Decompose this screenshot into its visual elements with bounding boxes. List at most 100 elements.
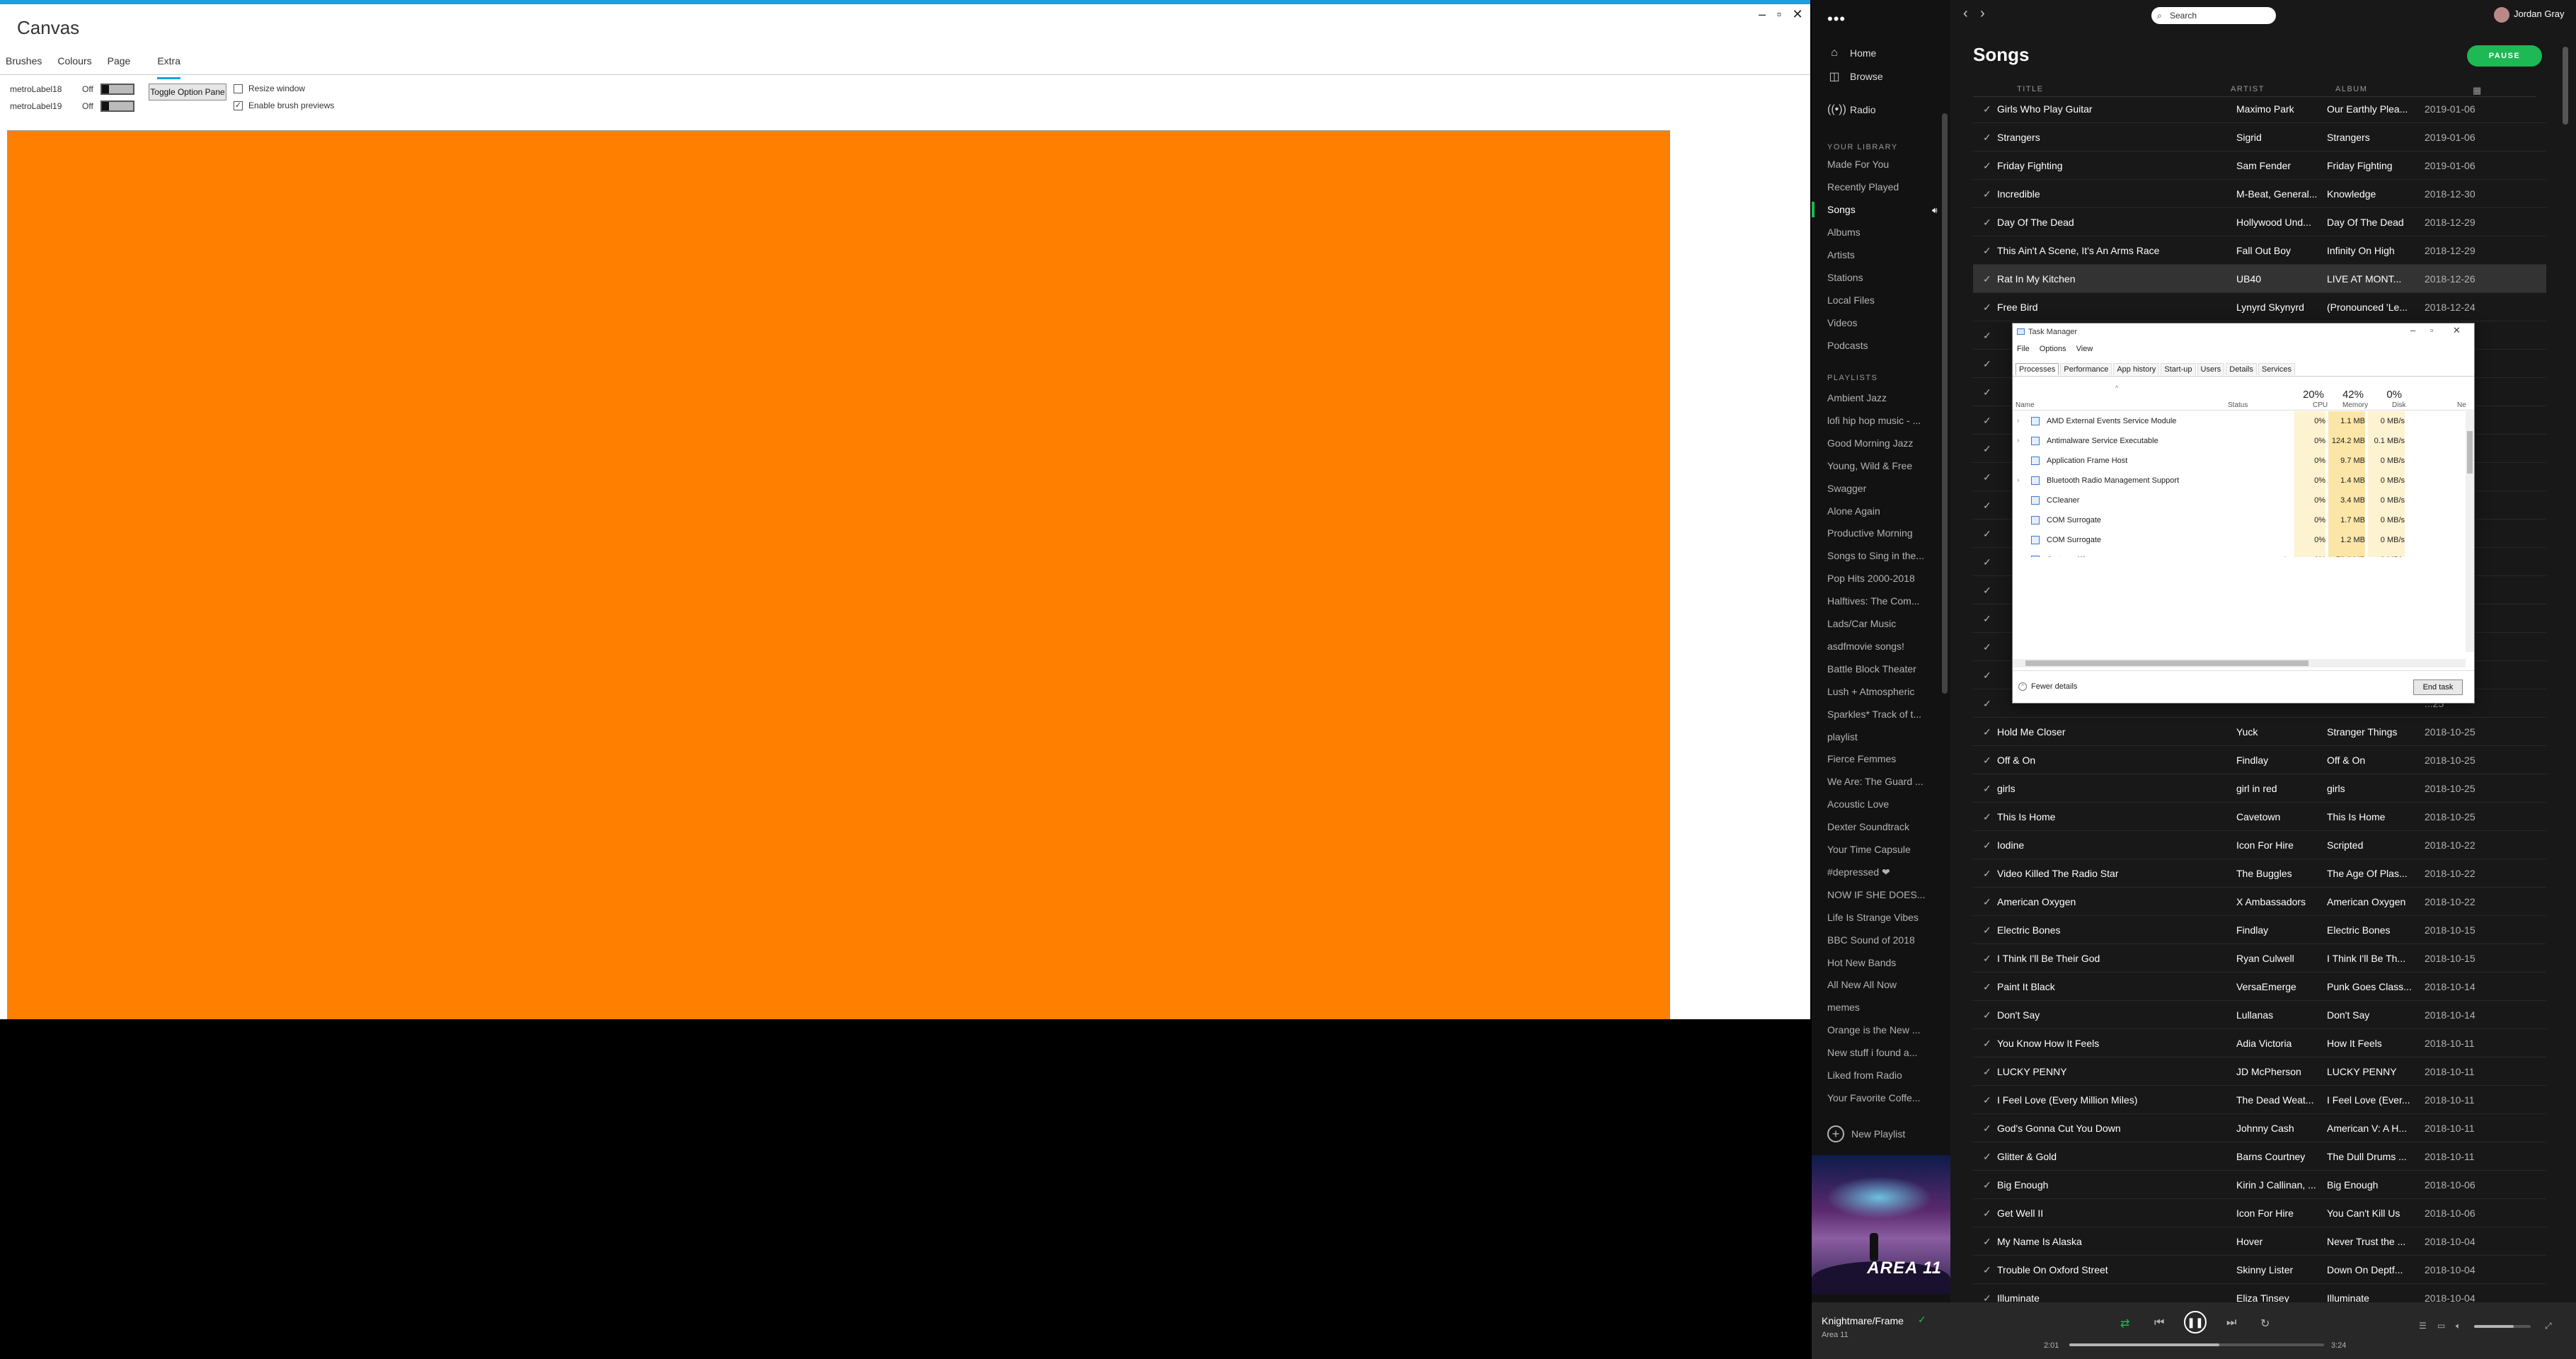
- table-row[interactable]: ✓ Day Of The Dead Hollywood Und... Day Of T…: [1973, 208, 2546, 236]
- saved-check-icon[interactable]: ✓: [1983, 443, 1991, 455]
- table-row[interactable]: ✓ This Is Home Cavetown This Is Home 2018-10…: [1973, 803, 2546, 831]
- tab-performance[interactable]: Performance: [2060, 363, 2112, 375]
- track-artist[interactable]: Cavetown: [2236, 811, 2321, 822]
- saved-check-icon[interactable]: ✓: [1983, 500, 1991, 512]
- table-row[interactable]: ✓ Big Enough Kirin J Callinan, ... Big Enou…: [1973, 1171, 2546, 1199]
- track-artist[interactable]: Icon For Hire: [2236, 1208, 2321, 1219]
- table-row[interactable]: ✓ Glitter & Gold Barns Courtney The Dull Dr…: [1973, 1142, 2546, 1171]
- column-status[interactable]: Status: [2228, 401, 2248, 409]
- table-row[interactable]: ✓ Electric Bones Findlay Electric Bones 2018…: [1973, 916, 2546, 944]
- process-row[interactable]: › Bluetooth Radio Management Support 0% 1.4…: [2013, 471, 2466, 491]
- saved-check-icon[interactable]: ✓: [1983, 103, 1991, 115]
- process-row[interactable]: › AMD External Events Service Module 0% 1.1…: [2013, 411, 2466, 431]
- track-album[interactable]: Our Earthly Plea...: [2327, 103, 2412, 115]
- track-title[interactable]: Hold Me Closer: [1997, 726, 2195, 738]
- track-album[interactable]: The Age Of Plas...: [2327, 868, 2412, 879]
- library-item[interactable]: Recently Played: [1827, 181, 1926, 193]
- table-row[interactable]: ✓ girls girl in red girls 2018-10-25: [1973, 774, 2546, 803]
- track-album[interactable]: Friday Fighting: [2327, 160, 2412, 171]
- table-row[interactable]: ✓ Girls Who Play Guitar Maximo Park Our Ear…: [1973, 95, 2546, 123]
- track-title[interactable]: Rat In My Kitchen: [1997, 273, 2195, 285]
- playlist-item[interactable]: Alone Again: [1827, 505, 1926, 517]
- saved-check-icon[interactable]: ✓: [1983, 1179, 1991, 1191]
- menu-file[interactable]: File: [2017, 345, 2030, 353]
- library-item[interactable]: Artists: [1827, 249, 1926, 260]
- track-album[interactable]: How It Feels: [2327, 1038, 2412, 1049]
- menu-options[interactable]: Options: [2040, 345, 2066, 353]
- sidebar-scrollbar[interactable]: [1942, 113, 1948, 694]
- table-row[interactable]: ✓ You Know How It Feels Adia Victoria How I…: [1973, 1029, 2546, 1057]
- minimize-icon[interactable]: –: [1754, 7, 1771, 22]
- user-name[interactable]: Jordan Gray: [2514, 8, 2565, 19]
- table-row[interactable]: ✓ Don't Say Lullanas Don't Say 2018-10-14: [1973, 1001, 2546, 1029]
- pause-circle-button[interactable]: ❚❚: [2184, 1311, 2207, 1334]
- playlist-item[interactable]: New stuff i found a...: [1827, 1047, 1926, 1058]
- column-memory[interactable]: Memory: [2342, 401, 2368, 409]
- resize-window-checkbox[interactable]: Resize window: [234, 84, 305, 93]
- nav-browse[interactable]: ◫ Browse: [1827, 69, 1882, 84]
- shuffle-icon[interactable]: ⇄: [2120, 1317, 2129, 1331]
- new-playlist-button[interactable]: + New Playlist: [1827, 1125, 1905, 1142]
- volume-icon[interactable]: 🔈︎: [2456, 1321, 2461, 1331]
- column-header-album[interactable]: ALBUM: [2335, 85, 2367, 93]
- saved-check-icon[interactable]: ✓: [1983, 386, 1991, 398]
- process-horizontal-scrollbar[interactable]: [2013, 659, 2466, 667]
- track-artist[interactable]: Icon For Hire: [2236, 839, 2321, 851]
- table-row[interactable]: ✓ Iodine Icon For Hire Scripted 2018-10-22: [1973, 831, 2546, 859]
- track-album[interactable]: Knowledge: [2327, 188, 2412, 200]
- column-cpu[interactable]: CPU: [2313, 401, 2328, 409]
- process-vertical-scrollbar[interactable]: [2466, 411, 2474, 652]
- maximize-icon[interactable]: ▫: [2430, 325, 2434, 336]
- back-arrow-icon[interactable]: ‹: [1963, 6, 1968, 22]
- track-album[interactable]: This Is Home: [2327, 811, 2412, 822]
- progress-bar[interactable]: [2069, 1343, 2324, 1346]
- track-album[interactable]: Big Enough: [2327, 1179, 2412, 1191]
- playlist-item[interactable]: Lush + Atmospheric: [1827, 686, 1926, 697]
- process-row[interactable]: › Antimalware Service Executable 0% 124.2 M…: [2013, 431, 2466, 451]
- table-row[interactable]: ✓ Free Bird Lynyrd Skynyrd (Pronounced 'Le.…: [1973, 293, 2546, 321]
- track-title[interactable]: My Name Is Alaska: [1997, 1236, 2195, 1247]
- table-row[interactable]: ✓ Get Well II Icon For Hire You Can't Kill …: [1973, 1199, 2546, 1227]
- playlist-item[interactable]: Halftives: The Com...: [1827, 595, 1926, 607]
- track-artist[interactable]: Kirin J Callinan, ...: [2236, 1179, 2321, 1191]
- track-title[interactable]: Friday Fighting: [1997, 160, 2195, 171]
- album-cover[interactable]: AREA 11: [1812, 1155, 1950, 1294]
- track-artist[interactable]: The Buggles: [2236, 868, 2321, 879]
- track-artist[interactable]: M-Beat, General...: [2236, 188, 2321, 200]
- library-item[interactable]: Videos: [1827, 317, 1926, 328]
- saved-check-icon[interactable]: ✓: [1983, 188, 1991, 200]
- saved-check-icon[interactable]: ✓: [1983, 273, 1991, 285]
- track-album[interactable]: (Pronounced 'Le...: [2327, 302, 2412, 313]
- track-artist[interactable]: Fall Out Boy: [2236, 245, 2321, 256]
- table-row[interactable]: ✓ Strangers Sigrid Strangers 2019-01-06: [1973, 123, 2546, 151]
- playlist-item[interactable]: All New All Now: [1827, 979, 1926, 990]
- saved-check-icon[interactable]: ✓: [1983, 839, 1991, 851]
- saved-check-icon[interactable]: ✓: [1983, 1009, 1991, 1021]
- track-title[interactable]: Paint It Black: [1997, 981, 2195, 992]
- tab-page[interactable]: Page: [108, 55, 131, 74]
- saved-check-icon[interactable]: ✓: [1983, 1123, 1991, 1135]
- saved-check-icon[interactable]: ✓: [1983, 811, 1991, 823]
- track-album[interactable]: Strangers: [2327, 132, 2412, 143]
- track-title[interactable]: I Feel Love (Every Million Miles): [1997, 1094, 2195, 1106]
- pause-button[interactable]: PAUSE: [2467, 45, 2542, 67]
- saved-check-icon[interactable]: ✓: [1983, 641, 1991, 653]
- track-title[interactable]: girls: [1997, 783, 2195, 794]
- next-icon[interactable]: ⏭: [2226, 1317, 2236, 1329]
- saved-check-icon[interactable]: ✓: [1983, 1264, 1991, 1276]
- track-title[interactable]: God's Gonna Cut You Down: [1997, 1123, 2195, 1134]
- tab-services[interactable]: Services: [2258, 363, 2296, 375]
- track-artist[interactable]: Findlay: [2236, 755, 2321, 766]
- track-artist[interactable]: Skinny Lister: [2236, 1264, 2321, 1275]
- track-album[interactable]: American V: A H...: [2327, 1123, 2412, 1134]
- track-artist[interactable]: girl in red: [2236, 783, 2321, 794]
- repeat-icon[interactable]: ↻: [2260, 1317, 2270, 1331]
- search-input[interactable]: ⌕ Search: [2151, 7, 2276, 24]
- track-artist[interactable]: Yuck: [2236, 726, 2321, 738]
- playlist-item[interactable]: Your Favorite Coffe...: [1827, 1092, 1926, 1103]
- track-title[interactable]: Big Enough: [1997, 1179, 2195, 1191]
- playlist-item[interactable]: Ambient Jazz: [1827, 392, 1926, 403]
- table-row[interactable]: ✓ Incredible M-Beat, General... Knowledge 20…: [1973, 180, 2546, 208]
- expand-chevron-icon[interactable]: ›: [2017, 437, 2019, 445]
- saved-check-icon[interactable]: ✓: [1983, 783, 1991, 795]
